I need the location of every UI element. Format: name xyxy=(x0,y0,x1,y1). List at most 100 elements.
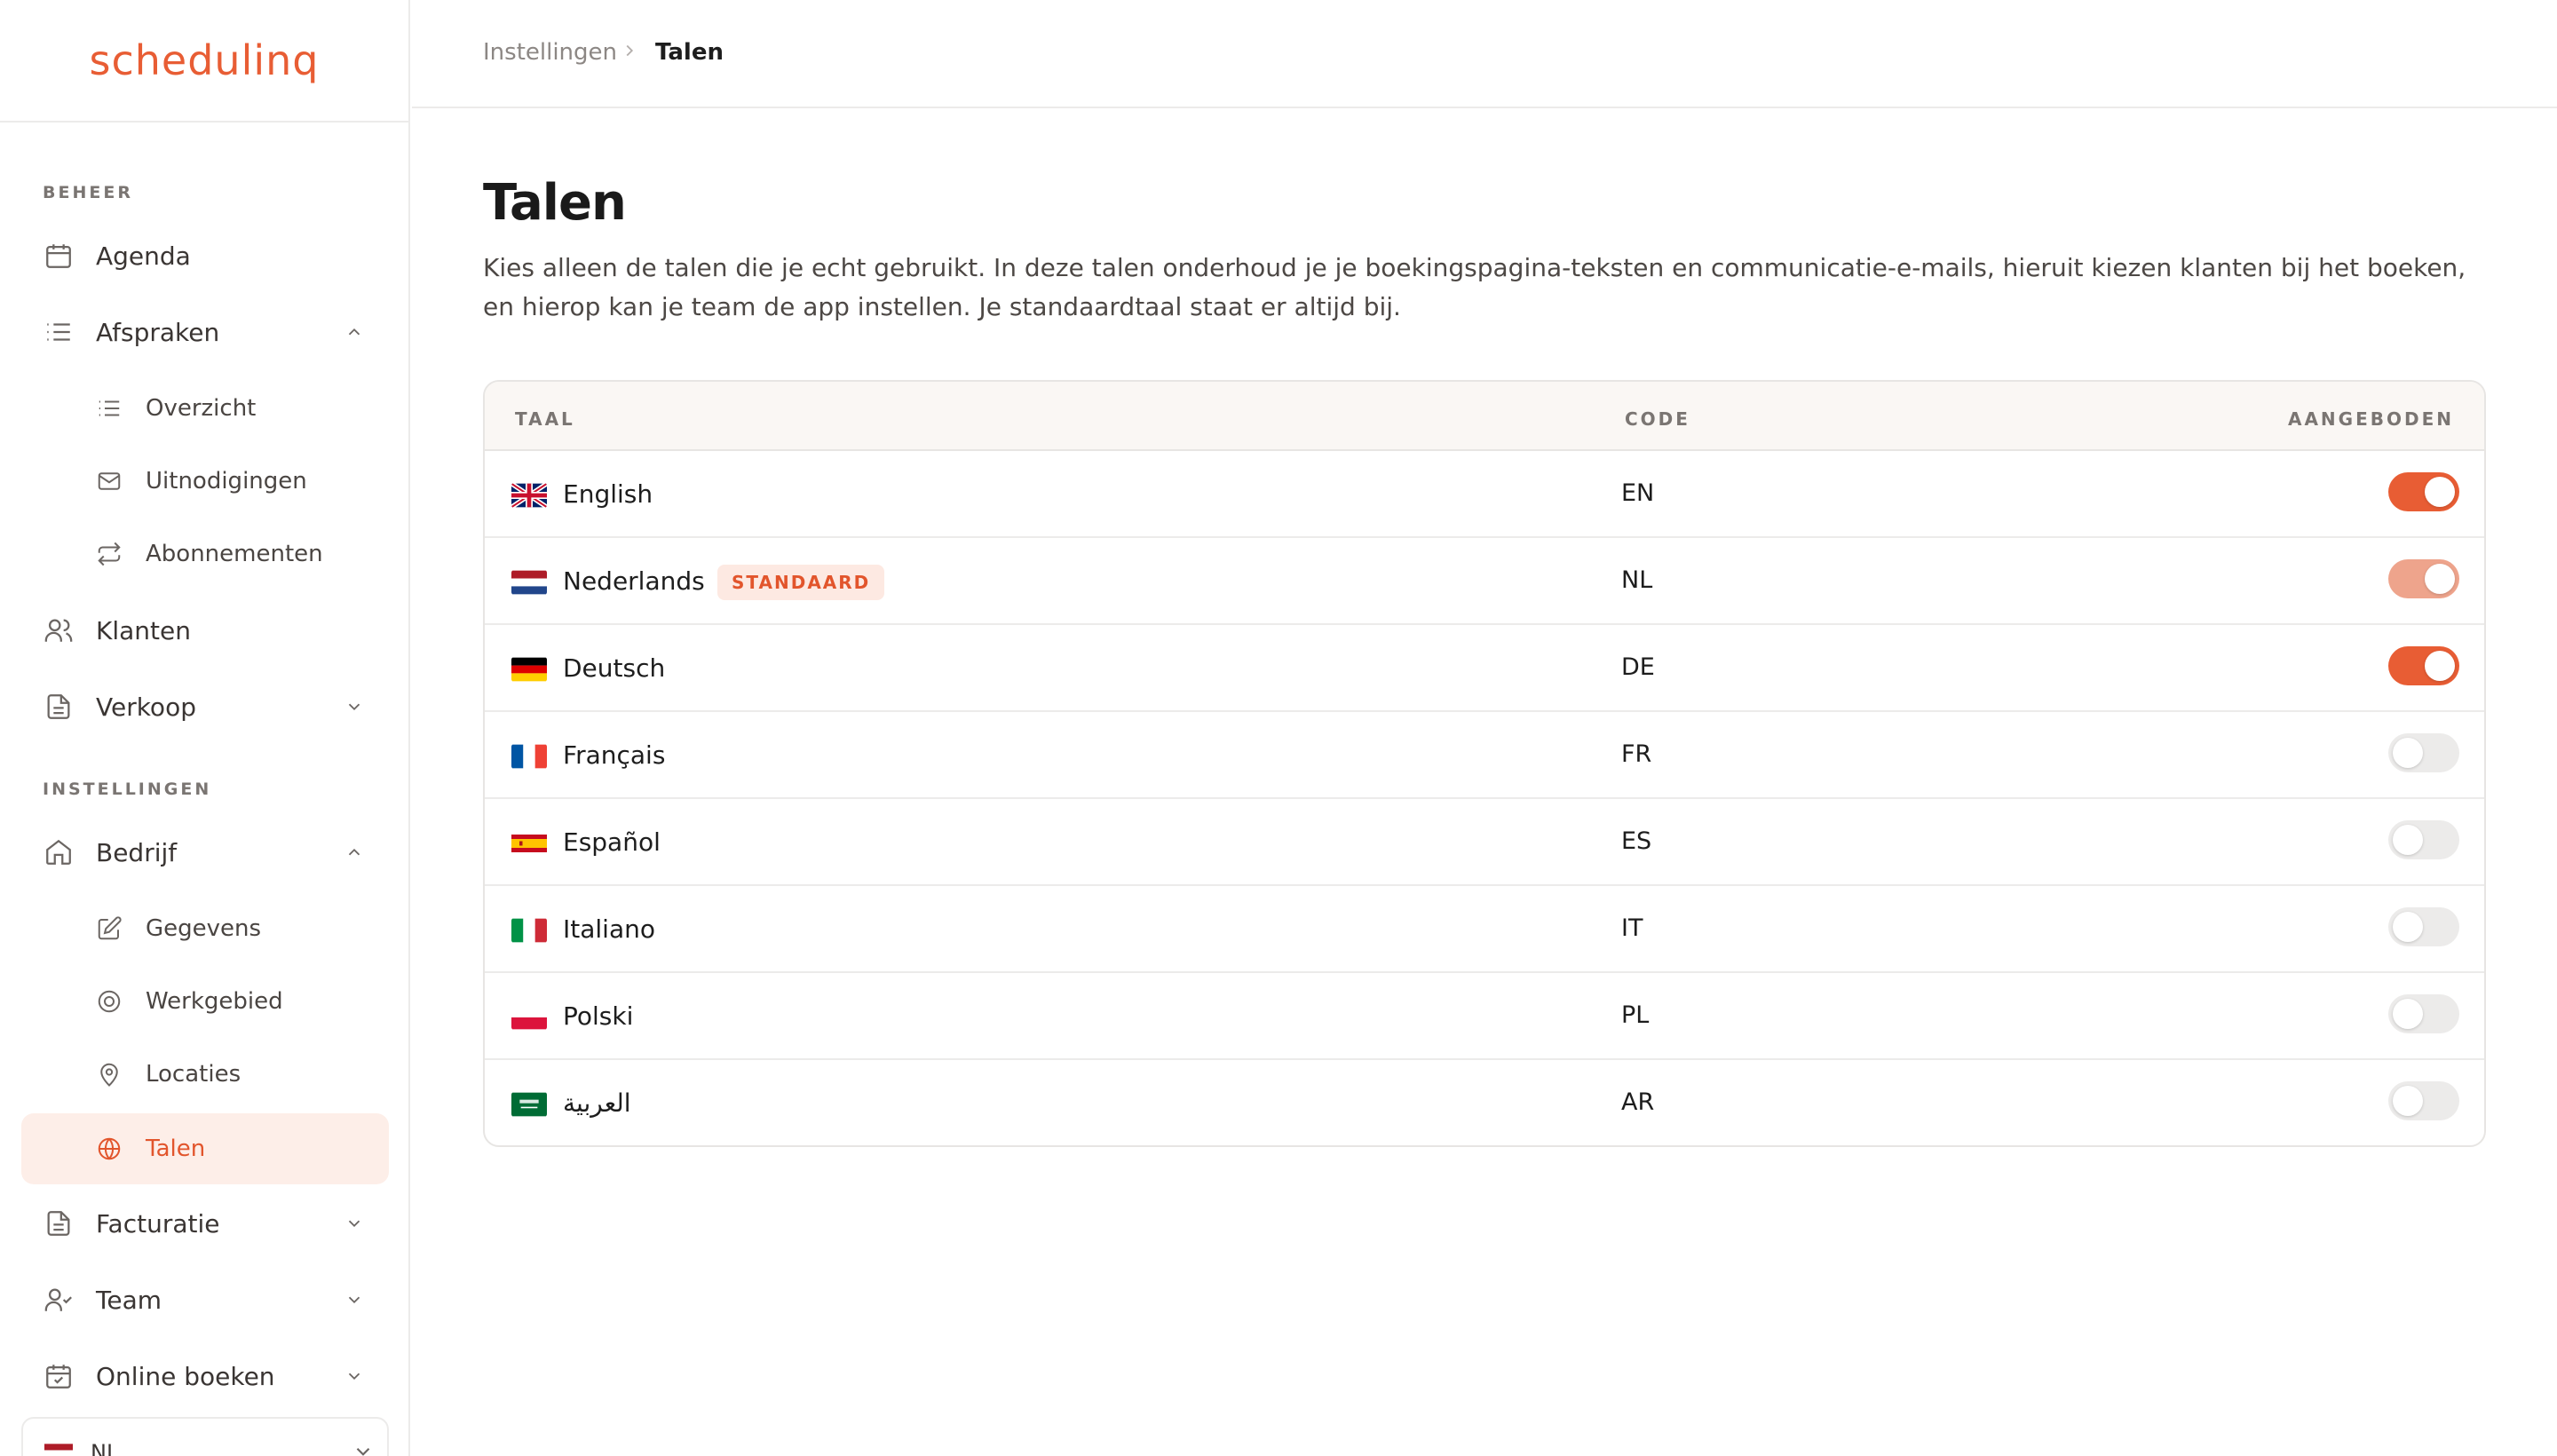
language-select-value: NL xyxy=(91,1440,119,1456)
sidebar: schedulinq BEHEER Agenda Afspraken Overz… xyxy=(0,0,410,1456)
gb-flag-icon xyxy=(511,483,547,508)
language-code: PL xyxy=(1621,1001,1650,1029)
section-label-beheer: BEHEER xyxy=(43,183,133,202)
language-code: FR xyxy=(1621,740,1652,768)
column-header-code: CODE xyxy=(1625,408,1690,430)
default-badge: STANDAARD xyxy=(717,565,885,600)
logo-text: schedulinq xyxy=(89,36,320,84)
it-flag-icon xyxy=(511,918,547,943)
table-row: Nederlands STANDAARD NL xyxy=(485,538,2484,625)
sidebar-item-label: Bedrijf xyxy=(96,837,178,867)
offered-toggle-pl[interactable] xyxy=(2388,994,2459,1033)
toggle-knob xyxy=(2393,999,2423,1029)
sidebar-item-overzicht[interactable]: Overzicht xyxy=(0,373,408,444)
language-code: IT xyxy=(1621,914,1643,942)
table-header: TAAL CODE AANGEBODEN xyxy=(485,382,2484,451)
language-name: Polski xyxy=(563,1001,634,1031)
page-description: Kies alleen de talen die je echt gebruik… xyxy=(483,253,2466,321)
sa-flag-icon xyxy=(511,1092,547,1117)
language-name: Deutsch xyxy=(563,653,666,683)
language-name: English xyxy=(563,479,653,509)
sidebar-item-label: Overzicht xyxy=(146,395,257,422)
offered-toggle-it[interactable] xyxy=(2388,907,2459,946)
sidebar-item-online-boeken[interactable]: Online boeken xyxy=(0,1341,408,1412)
chevron-down-icon[interactable] xyxy=(343,695,366,718)
language-code: ES xyxy=(1621,827,1652,855)
chevron-up-icon[interactable] xyxy=(343,841,366,864)
toggle-knob xyxy=(2393,738,2423,768)
breadcrumb-parent-link[interactable]: Instellingen xyxy=(483,39,617,66)
document-icon xyxy=(43,691,75,723)
calendar-icon xyxy=(43,240,75,272)
chevron-down-icon[interactable] xyxy=(343,1365,366,1388)
repeat-icon xyxy=(94,539,124,569)
sidebar-item-label: Gegevens xyxy=(146,915,262,942)
language-code: DE xyxy=(1621,653,1655,681)
chevron-down-icon[interactable] xyxy=(343,1288,366,1311)
language-name: Español xyxy=(563,827,661,857)
chevron-right-icon xyxy=(626,44,634,57)
fr-flag-icon xyxy=(511,744,547,769)
sidebar-item-label: Team xyxy=(96,1285,162,1315)
language-select[interactable]: NL xyxy=(21,1417,389,1456)
column-header-language: TAAL xyxy=(515,408,575,430)
table-row: Italiano IT xyxy=(485,886,2484,973)
target-icon xyxy=(94,986,124,1017)
sidebar-item-verkoop[interactable]: Verkoop xyxy=(0,671,408,742)
sidebar-item-facturatie[interactable]: Facturatie xyxy=(0,1188,408,1259)
sidebar-item-bedrijf[interactable]: Bedrijf xyxy=(0,817,408,888)
chevron-down-icon[interactable] xyxy=(343,1212,366,1235)
map-pin-icon xyxy=(94,1059,124,1089)
user-check-icon xyxy=(43,1284,75,1316)
toggle-knob xyxy=(2425,651,2455,681)
offered-toggle-en[interactable] xyxy=(2388,472,2459,511)
document-icon xyxy=(43,1207,75,1239)
edit-icon xyxy=(94,914,124,944)
sidebar-item-label: Talen xyxy=(146,1136,206,1162)
toggle-knob xyxy=(2425,477,2455,507)
sidebar-item-label: Uitnodigingen xyxy=(146,468,307,495)
table-row: Polski PL xyxy=(485,973,2484,1060)
nl-flag-icon xyxy=(511,570,547,595)
sidebar-item-label: Agenda xyxy=(96,241,191,271)
language-name: Italiano xyxy=(563,914,655,944)
offered-toggle-fr[interactable] xyxy=(2388,733,2459,772)
users-icon xyxy=(43,614,75,646)
sidebar-item-gegevens[interactable]: Gegevens xyxy=(0,893,408,964)
table-row: Español ES xyxy=(485,799,2484,886)
es-flag-icon xyxy=(511,835,547,852)
chevron-up-icon[interactable] xyxy=(343,320,366,344)
table-row: Deutsch DE xyxy=(485,625,2484,712)
logo[interactable]: schedulinq xyxy=(0,0,408,123)
sidebar-item-talen[interactable]: Talen xyxy=(21,1113,389,1184)
globe-icon xyxy=(94,1134,124,1164)
sidebar-item-uitnodigingen[interactable]: Uitnodigingen xyxy=(0,446,408,517)
toggle-knob xyxy=(2393,912,2423,942)
home-icon xyxy=(43,836,75,868)
toggle-knob xyxy=(2425,564,2455,594)
offered-toggle-ar[interactable] xyxy=(2388,1081,2459,1120)
table-row: Français FR xyxy=(485,712,2484,799)
sidebar-item-team[interactable]: Team xyxy=(0,1264,408,1335)
sidebar-item-werkgebied[interactable]: Werkgebied xyxy=(0,966,408,1037)
offered-toggle-es[interactable] xyxy=(2388,820,2459,859)
offered-toggle-de[interactable] xyxy=(2388,646,2459,685)
table-row: العربية AR xyxy=(485,1060,2484,1145)
list-icon xyxy=(94,393,124,423)
table-row: English EN xyxy=(485,451,2484,538)
sidebar-item-locaties[interactable]: Locaties xyxy=(0,1039,408,1110)
toggle-knob xyxy=(2393,1086,2423,1116)
sidebar-item-klanten[interactable]: Klanten xyxy=(0,595,408,666)
breadcrumb-current: Talen xyxy=(655,39,724,66)
mail-icon xyxy=(94,466,124,496)
sidebar-item-label: Werkgebied xyxy=(146,988,283,1015)
sidebar-item-abonnementen[interactable]: Abonnementen xyxy=(0,518,408,590)
sidebar-item-agenda[interactable]: Agenda xyxy=(0,220,408,291)
language-code: EN xyxy=(1621,479,1655,507)
sidebar-item-label: Klanten xyxy=(96,615,191,645)
languages-table: TAAL CODE AANGEBODEN English EN Nederlan… xyxy=(483,380,2486,1147)
sidebar-item-afspraken[interactable]: Afspraken xyxy=(0,297,408,368)
sidebar-item-label: Facturatie xyxy=(96,1208,220,1238)
offered-toggle-nl[interactable] xyxy=(2388,559,2459,598)
page-title: Talen xyxy=(483,174,627,232)
